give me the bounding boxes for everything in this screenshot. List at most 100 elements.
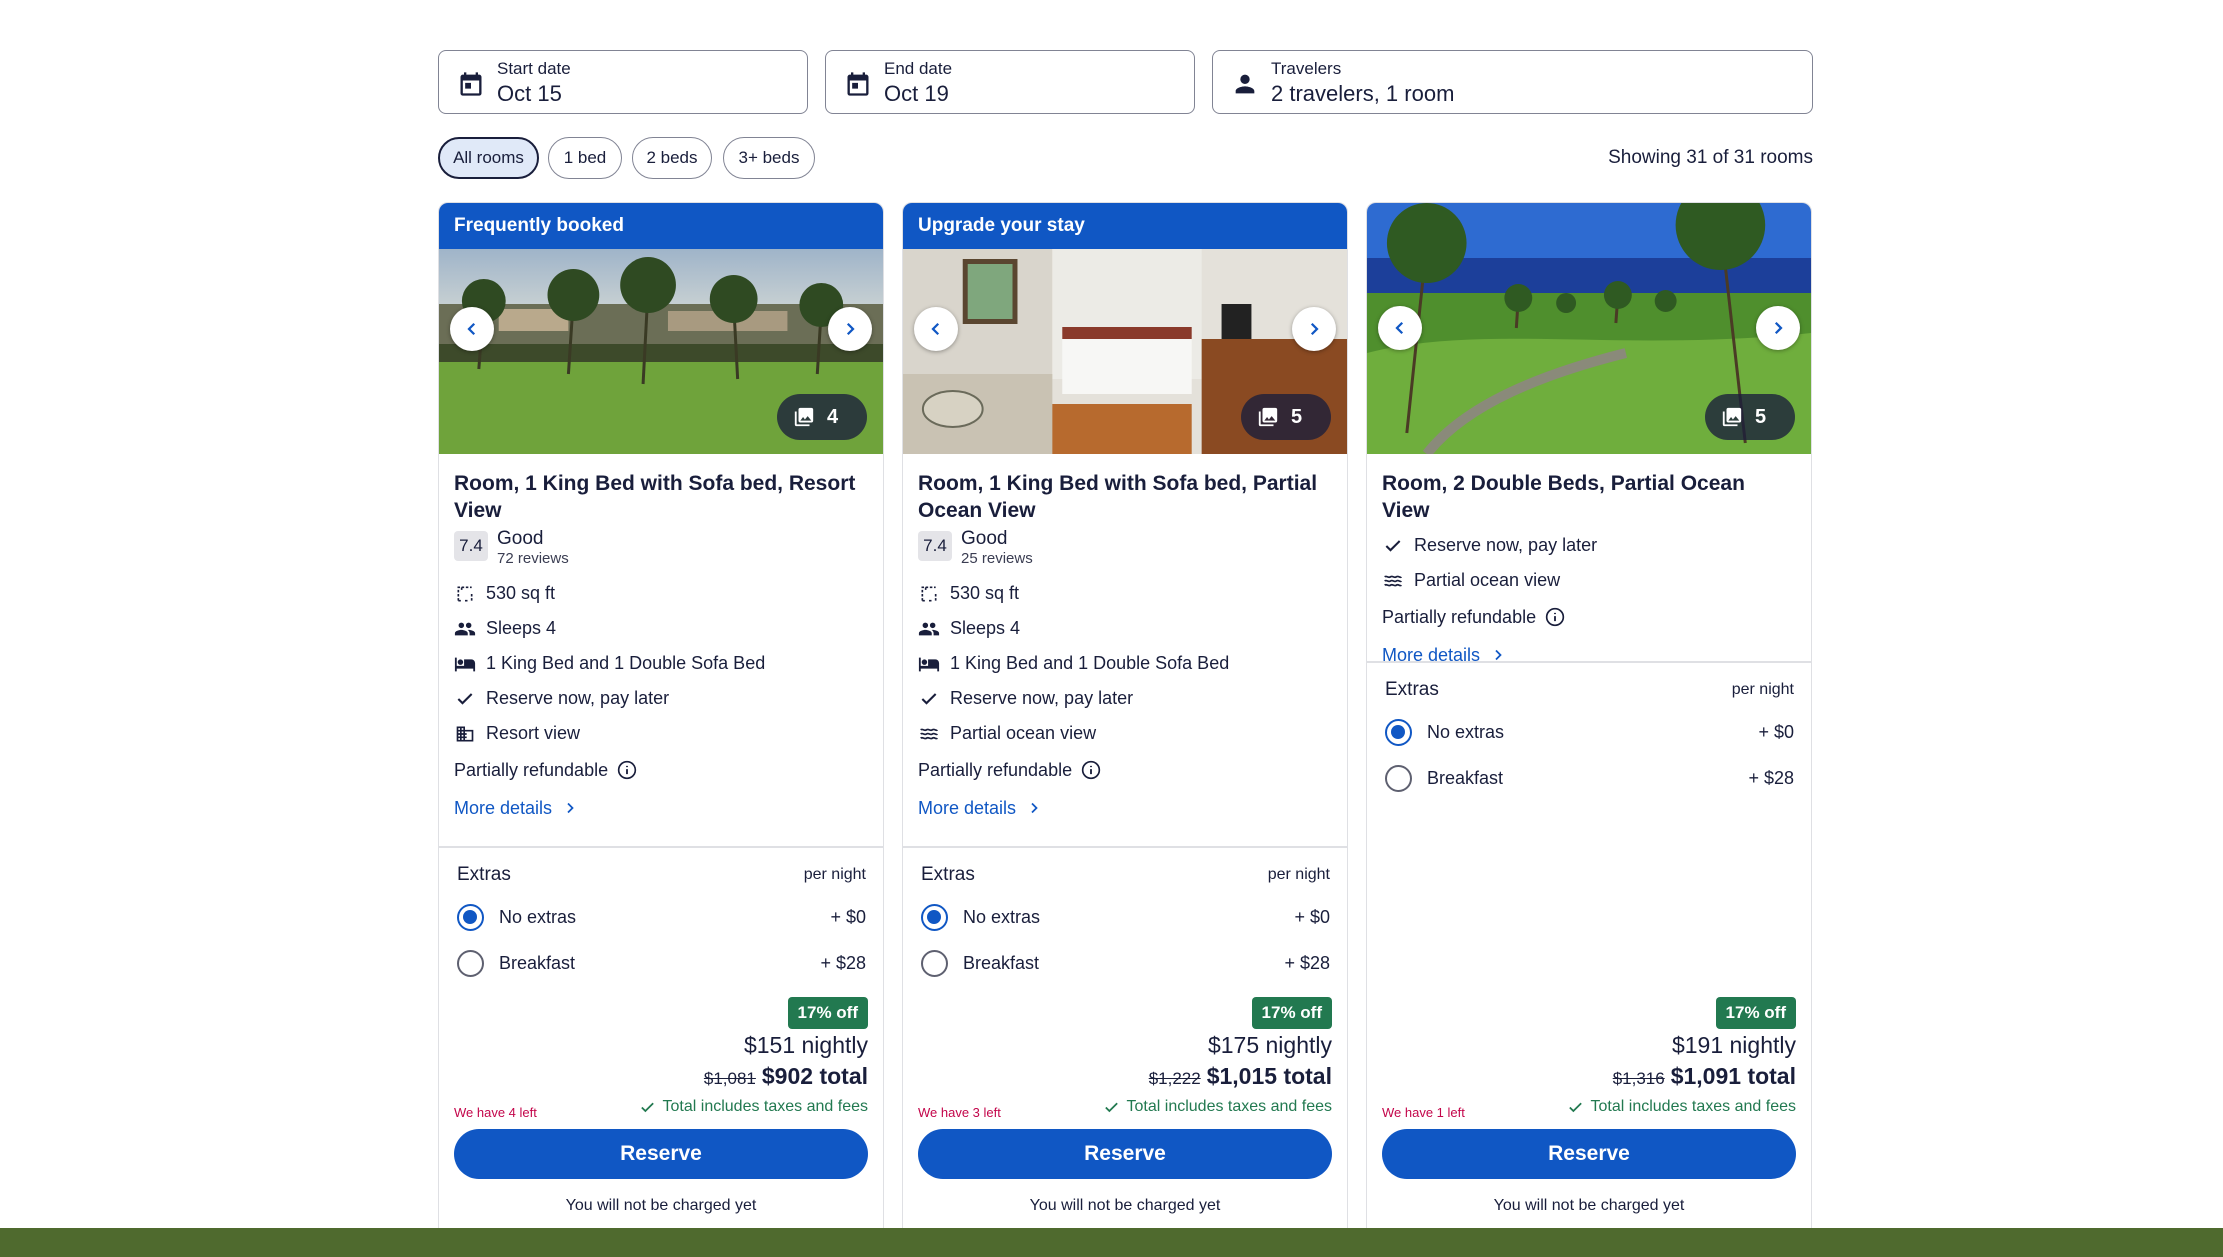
room-badge: Upgrade your stay: [903, 203, 1347, 249]
more-details-text: More details: [454, 797, 553, 818]
guest-rating: 7.4 Good 72 reviews: [454, 528, 868, 568]
guest-rating: 7.4 Good 25 reviews: [918, 528, 1332, 568]
extras-title: Extras: [457, 864, 511, 885]
chevron-right-icon: [567, 802, 574, 814]
room-photo-carousel[interactable]: 5: [903, 249, 1347, 454]
review-count: 72 reviews: [497, 550, 569, 567]
no-charge-note: You will not be charged yet: [565, 1197, 757, 1214]
more-details-link[interactable]: More details: [454, 788, 868, 828]
filter-all-rooms[interactable]: All rooms: [438, 137, 539, 179]
amenity-text: Partial ocean view: [1414, 570, 1561, 590]
extra-option-no-extras[interactable]: No extras + $0: [1385, 709, 1794, 755]
extras-section: Extras per night No extras + $0 Breakfast +…: [1367, 661, 1811, 801]
amenity-text: Sleeps 4: [486, 618, 557, 638]
extra-option-breakfast[interactable]: Breakfast + $28: [1385, 755, 1794, 801]
results-count: Showing 31 of 31 rooms: [1608, 147, 1813, 168]
person-icon: [1235, 74, 1255, 94]
room-photo-carousel[interactable]: 5: [1367, 203, 1811, 454]
start-date-label: Start date: [497, 59, 571, 78]
filter-2-beds[interactable]: 2 beds: [632, 137, 712, 179]
total-price: $1,081 $902 total: [704, 1063, 868, 1090]
refund-policy: Partially refundable: [1382, 599, 1796, 635]
photo-count: 5: [1755, 405, 1767, 428]
previous-photo-button[interactable]: [1378, 306, 1422, 350]
extras-per-night: per night: [803, 866, 866, 883]
nightly-price: $175 nightly: [1207, 1032, 1332, 1058]
chevron-left-icon: [931, 322, 940, 336]
reserve-button[interactable]: Reserve: [454, 1129, 868, 1179]
next-photo-button[interactable]: [1756, 306, 1800, 350]
extra-price: + $28: [1748, 767, 1794, 788]
reserve-button[interactable]: Reserve: [918, 1129, 1332, 1179]
room-card: Frequently booked 4 Room, 1 King Bed wit…: [438, 202, 884, 1228]
radio-selected[interactable]: [1385, 718, 1412, 746]
check-icon: [921, 692, 937, 705]
rating-word: Good: [961, 528, 1008, 549]
check-icon: [640, 1102, 654, 1112]
refund-policy: Partially refundable: [918, 752, 1332, 788]
discounted-total: $902 total: [761, 1063, 868, 1089]
check-icon: [1568, 1102, 1582, 1112]
people-icon: [454, 622, 476, 635]
amenity-item: Reserve now, pay later: [1382, 528, 1796, 563]
amenity-text: Partial ocean view: [950, 723, 1097, 743]
photo-count-chip[interactable]: 5: [1705, 394, 1795, 440]
info-icon[interactable]: [1081, 760, 1101, 780]
previous-photo-button[interactable]: [914, 307, 958, 351]
extra-option-breakfast[interactable]: Breakfast + $28: [457, 940, 866, 986]
end-date-label: End date: [884, 59, 953, 78]
amenity-text: Reserve now, pay later: [486, 688, 670, 708]
waves-icon: [920, 728, 938, 739]
start-date-field[interactable]: Start date Oct 15: [438, 50, 808, 114]
amenity-item: Partial ocean view: [1382, 563, 1796, 598]
total-price: $1,222 $1,015 total: [1149, 1063, 1332, 1090]
chevron-right-icon: [1310, 322, 1319, 336]
reserve-button[interactable]: Reserve: [1382, 1129, 1796, 1179]
original-total: $1,316: [1612, 1069, 1665, 1088]
amenity-item: 1 King Bed and 1 Double Sofa Bed: [918, 646, 1332, 681]
room-card: 5 Room, 2 Double Beds, Partial Ocean Vie…: [1366, 202, 1812, 1228]
extras-title: Extras: [921, 864, 975, 885]
info-icon[interactable]: [617, 760, 637, 780]
room-title: Room, 1 King Bed with Sofa bed, Resort V…: [454, 472, 856, 522]
end-date-field[interactable]: End date Oct 19: [825, 50, 1195, 114]
radio-unselected[interactable]: [921, 949, 948, 977]
page-footer-band: [0, 1228, 2223, 1257]
info-icon[interactable]: [1545, 607, 1565, 627]
room-photo-carousel[interactable]: 4: [439, 249, 883, 454]
extras-title: Extras: [1385, 679, 1439, 700]
amenity-text: 1 King Bed and 1 Double Sofa Bed: [950, 653, 1230, 673]
discounted-total: $1,015 total: [1206, 1063, 1332, 1089]
radio-unselected[interactable]: [457, 949, 484, 977]
amenity-item: Sleeps 4: [918, 611, 1332, 646]
radio-selected[interactable]: [457, 903, 484, 931]
travelers-field[interactable]: Travelers 2 travelers, 1 room: [1212, 50, 1813, 114]
more-details-link[interactable]: More details: [918, 788, 1332, 828]
extras-per-night: per night: [1731, 681, 1794, 698]
filter-3-plus-beds[interactable]: 3+ beds: [723, 137, 815, 179]
amenity-text: 1 King Bed and 1 Double Sofa Bed: [486, 653, 766, 673]
more-details-text: More details: [918, 797, 1017, 818]
amenity-text: Sleeps 4: [950, 618, 1021, 638]
amenity-text: 530 sq ft: [950, 583, 1020, 603]
bed-filter-row: All rooms 1 bed 2 beds 3+ beds Showing 3…: [438, 137, 1813, 179]
previous-photo-button[interactable]: [450, 307, 494, 351]
photo-count-chip[interactable]: 5: [1241, 394, 1331, 440]
filter-1-bed[interactable]: 1 bed: [548, 137, 622, 179]
radio-selected[interactable]: [921, 903, 948, 931]
discounted-total: $1,091 total: [1670, 1063, 1796, 1089]
extra-option-no-extras[interactable]: No extras + $0: [921, 894, 1330, 940]
taxes-included: Total includes taxes and fees: [639, 1098, 868, 1116]
extra-option-no-extras[interactable]: No extras + $0: [457, 894, 866, 940]
room-list-page: Start date Oct 15 End date Oct 19 Travel…: [438, 0, 1813, 1228]
next-photo-button[interactable]: [1292, 307, 1336, 351]
gallery-icon: [1722, 407, 1742, 427]
chevron-left-icon: [1395, 321, 1404, 335]
room-details: Room, 1 King Bed with Sofa bed, Partial …: [903, 470, 1347, 828]
amenity-item: Sleeps 4: [454, 611, 868, 646]
photo-count-chip[interactable]: 4: [777, 394, 867, 440]
room-badge: Frequently booked: [439, 203, 883, 249]
radio-unselected[interactable]: [1385, 764, 1412, 792]
next-photo-button[interactable]: [828, 307, 872, 351]
extra-option-breakfast[interactable]: Breakfast + $28: [921, 940, 1330, 986]
